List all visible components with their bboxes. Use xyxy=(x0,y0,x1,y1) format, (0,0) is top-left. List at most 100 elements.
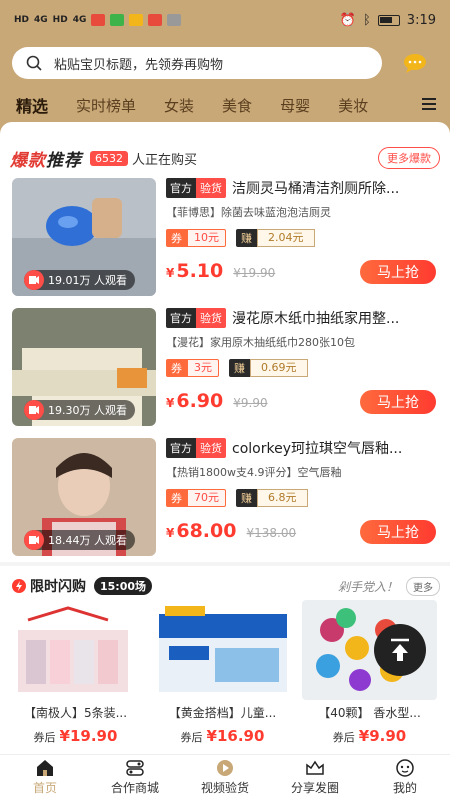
tab-beauty[interactable]: 美妆 xyxy=(338,95,368,116)
flash-item-name: 【南极人】5条装... xyxy=(23,706,128,720)
store-icon xyxy=(126,760,144,776)
viewer-count: 19.01万 人观看 xyxy=(24,270,135,290)
lightning-icon xyxy=(12,579,26,593)
product-title[interactable]: colorkey珂拉琪空气唇釉... xyxy=(232,438,428,458)
flash-item[interactable]: 【南极人】5条装... 券后 ¥19.90 xyxy=(8,600,143,750)
product-image[interactable]: 19.30万 人观看 xyxy=(12,308,156,426)
video-icon xyxy=(24,530,44,550)
tab-baby[interactable]: 母婴 xyxy=(280,95,310,116)
flash-item[interactable]: 【黄金搭档】儿童... 券后 ¥16.90 xyxy=(155,600,290,750)
scroll-to-top-button[interactable] xyxy=(374,624,426,676)
buy-now-button[interactable]: 马上抢 xyxy=(360,260,436,284)
coupon-badge: 券 70元 xyxy=(166,489,226,507)
product-card[interactable]: 19.30万 人观看 官方 验货 漫花原木纸巾抽纸家用整... 【漫花】家用原木… xyxy=(12,308,440,426)
ai-icon xyxy=(167,14,182,26)
product-title[interactable]: 洁厕灵马桶清洁剂厕所除... xyxy=(232,178,428,198)
original-price: ¥19.90 xyxy=(233,266,276,280)
share-icon xyxy=(306,760,324,775)
video-verify-icon xyxy=(217,760,233,776)
product-card[interactable]: 18.44万 人观看 官方 验货 colorkey珂拉琪空气唇釉... 【热销1… xyxy=(12,438,440,556)
original-price: ¥9.90 xyxy=(233,396,268,410)
flash-more-button[interactable]: 更多 xyxy=(406,576,440,596)
app-notif-icon xyxy=(91,14,106,26)
coupon-badge: 券 10元 xyxy=(166,229,226,247)
video-icon xyxy=(24,400,44,420)
flash-item[interactable]: 【40颗】 香水型... 券后 ¥9.90 xyxy=(302,600,437,750)
status-right: ⏰ ᛒ 3:19 xyxy=(340,13,436,28)
flash-item-image[interactable] xyxy=(8,600,143,700)
nav-video-verify[interactable]: 视频验货 xyxy=(180,755,270,800)
flash-session-time: 15:00场 xyxy=(94,577,153,595)
product-price: ¥5.10 xyxy=(166,260,224,282)
nav-share[interactable]: 分享发圈 xyxy=(270,755,360,800)
search-icon xyxy=(26,55,42,71)
flash-item-price: 券后 ¥16.90 xyxy=(180,727,265,745)
verified-tag: 验货 xyxy=(196,438,226,458)
product-price: ¥68.00 xyxy=(166,520,237,542)
message-icon[interactable] xyxy=(402,53,428,73)
product-info: 官方 验货 洁厕灵马桶清洁剂厕所除... 【菲博思】除菌去味蓝泡泡洁厕灵 券 10… xyxy=(166,178,440,296)
product-subtitle: 【漫花】家用原木抽纸纸巾280张10包 xyxy=(166,336,355,349)
original-price: ¥138.00 xyxy=(246,526,297,540)
flash-slogan: 剁手党入！ xyxy=(337,579,398,594)
official-tag: 官方 xyxy=(166,308,196,328)
signal-1: HD xyxy=(14,15,30,25)
clock: 3:19 xyxy=(406,12,436,28)
status-left: HD 4G HD 4G xyxy=(14,14,182,26)
nav-partner-mall[interactable]: 合作商城 xyxy=(90,755,180,800)
product-card[interactable]: 19.01万 人观看 官方 验货 洁厕灵马桶清洁剂厕所除... 【菲博思】除菌去… xyxy=(12,178,440,296)
viewer-count: 19.30万 人观看 xyxy=(24,400,135,420)
earn-badge: 赚 6.8元 xyxy=(236,489,308,507)
flash-header: 限时闪购 15:00场 剁手党入！ 更多 xyxy=(12,576,440,596)
buyer-count: 6532 xyxy=(90,150,128,166)
network-2: 4G xyxy=(72,15,87,25)
coupon-badge: 券 3元 xyxy=(166,359,219,377)
hot-title: 爆款推荐 xyxy=(10,150,82,171)
app-notif-icon-2 xyxy=(148,14,163,26)
flash-title: 限时闪购 xyxy=(30,579,86,595)
flash-item-name: 【黄金搭档】儿童... xyxy=(168,706,277,720)
search-input[interactable]: 粘贴宝贝标题，先领券再购物 xyxy=(12,47,382,79)
product-image[interactable]: 18.44万 人观看 xyxy=(12,438,156,556)
earn-badge: 赚 0.69元 xyxy=(229,359,308,377)
signal-2: HD xyxy=(52,15,68,25)
battery-icon xyxy=(377,14,400,26)
flash-item-image[interactable] xyxy=(155,600,290,700)
verified-tag: 验货 xyxy=(196,308,226,328)
profile-icon xyxy=(396,759,414,777)
alarm-icon: ⏰ xyxy=(339,12,356,28)
buy-now-button[interactable]: 马上抢 xyxy=(360,390,436,414)
product-subtitle: 【菲博思】除菌去味蓝泡泡洁厕灵 xyxy=(166,206,331,219)
video-icon xyxy=(24,270,44,290)
menu-icon[interactable] xyxy=(422,98,436,113)
earn-badge: 赚 2.04元 xyxy=(236,229,315,247)
nav-profile[interactable]: 我的 xyxy=(360,755,450,800)
tab-food[interactable]: 美食 xyxy=(222,95,252,116)
official-tag: 官方 xyxy=(166,178,196,198)
wechat-icon xyxy=(110,14,125,26)
tab-realtime-rank[interactable]: 实时榜单 xyxy=(76,95,136,116)
product-info: 官方 验货 漫花原木纸巾抽纸家用整... 【漫花】家用原木抽纸纸巾280张10包… xyxy=(166,308,440,426)
viewer-count: 18.44万 人观看 xyxy=(24,530,135,550)
tab-featured[interactable]: 精选 xyxy=(16,93,48,117)
home-icon xyxy=(37,760,53,776)
nav-home[interactable]: 首页 xyxy=(0,755,90,800)
more-hot-button[interactable]: 更多爆款 xyxy=(378,147,440,169)
flash-item-price: 券后 ¥19.90 xyxy=(33,727,118,745)
product-image[interactable]: 19.01万 人观看 xyxy=(12,178,156,296)
tab-womens[interactable]: 女装 xyxy=(164,95,194,116)
product-title[interactable]: 漫花原木纸巾抽纸家用整... xyxy=(232,308,428,328)
search-placeholder: 粘贴宝贝标题，先领券再购物 xyxy=(54,57,224,73)
verified-tag: 验货 xyxy=(196,178,226,198)
flash-item-price: 券后 ¥9.90 xyxy=(332,727,407,745)
status-bar: HD 4G HD 4G ⏰ ᛒ 3:19 xyxy=(0,0,450,40)
product-subtitle: 【热销1800w支4.9评分】空气唇釉 xyxy=(166,466,342,479)
product-price: ¥6.90 xyxy=(166,390,224,412)
official-tag: 官方 xyxy=(166,438,196,458)
product-info: 官方 验货 colorkey珂拉琪空气唇釉... 【热销1800w支4.9评分】… xyxy=(166,438,440,556)
buy-now-button[interactable]: 马上抢 xyxy=(360,520,436,544)
bluetooth-icon: ᛒ xyxy=(362,12,371,28)
taobao-icon xyxy=(129,14,144,26)
arrow-up-icon xyxy=(391,638,409,661)
network-1: 4G xyxy=(34,15,48,25)
